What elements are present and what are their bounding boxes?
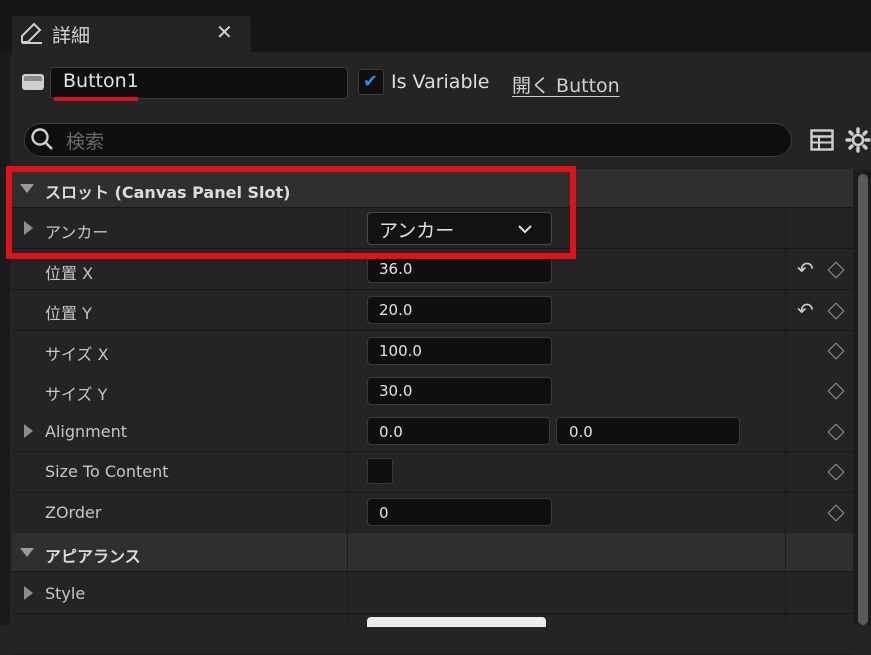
red-highlight-box [6, 166, 576, 259]
alignment-x-value: 0.0 [379, 423, 403, 441]
left-edge [0, 52, 10, 625]
zorder-input[interactable] [367, 498, 552, 526]
button-widget-icon [22, 74, 44, 90]
close-icon[interactable]: ✕ [216, 20, 233, 44]
tab-title: 詳細 [52, 25, 91, 47]
alignment-label: Alignment [45, 422, 127, 441]
pos-y-label: 位置 Y [45, 304, 92, 323]
column-separator [347, 209, 348, 625]
category-appearance-label: アピアランス [45, 547, 141, 566]
edit-icon [21, 22, 42, 44]
table-view-icon[interactable] [810, 129, 834, 151]
size-x-value: 100.0 [379, 342, 422, 360]
property-row-style [12, 573, 853, 614]
search-input[interactable] [24, 123, 792, 157]
reset-to-default-icon[interactable]: ↶ [797, 257, 814, 281]
gear-icon[interactable] [845, 127, 871, 153]
zorder-label: ZOrder [45, 503, 102, 522]
reset-to-default-icon[interactable]: ↶ [797, 298, 814, 322]
expand-arrow-icon[interactable] [24, 586, 33, 600]
size-to-content-label: Size To Content [45, 462, 169, 481]
pos-x-label: 位置 X [45, 264, 94, 283]
size-y-label: サイズ Y [45, 385, 108, 404]
size-to-content-checkbox[interactable] [367, 458, 393, 484]
column-separator [785, 209, 786, 625]
alignment-y-value: 0.0 [569, 423, 593, 441]
pos-x-value: 36.0 [379, 260, 413, 278]
color-swatch[interactable] [367, 617, 546, 627]
top-bar [0, 0, 871, 14]
search-icon [31, 128, 53, 150]
scrollbar-thumb[interactable] [858, 174, 868, 625]
style-label: Style [45, 584, 86, 603]
is-variable-label: Is Variable [391, 71, 490, 93]
pos-y-value: 20.0 [379, 301, 413, 319]
size-y-value: 30.0 [379, 382, 413, 400]
expand-arrow-icon[interactable] [24, 424, 33, 438]
search-placeholder: 検索 [66, 131, 105, 153]
checkmark-icon: ✔ [363, 71, 379, 92]
red-underline-highlight [54, 97, 138, 101]
widget-name-value: Button1 [63, 70, 139, 92]
zorder-value: 0 [379, 504, 389, 522]
open-button-link[interactable]: 開く Button [512, 71, 620, 98]
size-x-label: サイズ X [45, 345, 109, 364]
collapse-arrow-icon [20, 548, 34, 557]
